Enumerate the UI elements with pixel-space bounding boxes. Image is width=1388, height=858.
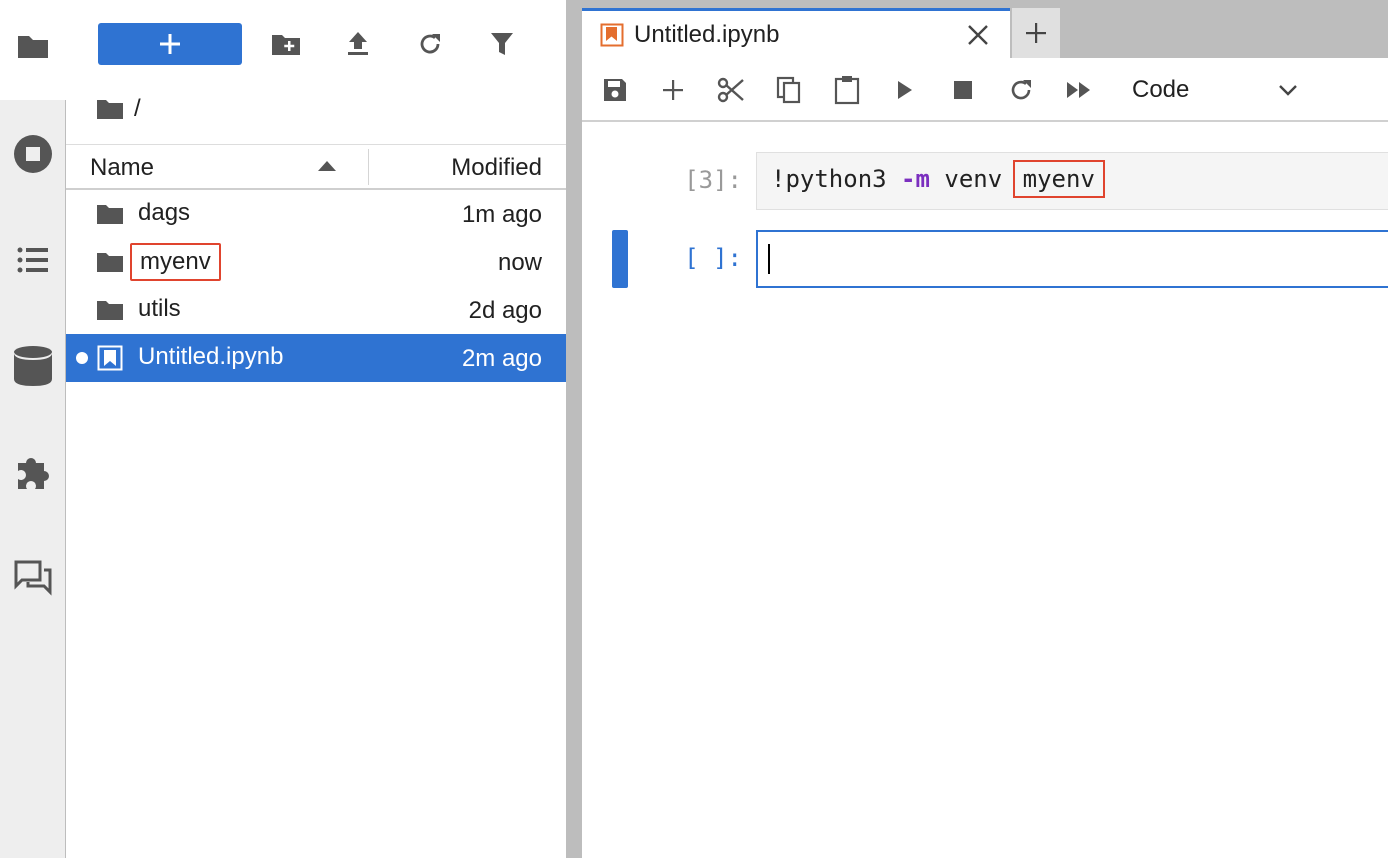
input-prompt: [ ]: [684,244,742,272]
file-browser-panel: / Name Modified dags 1m ago myenv now ut… [66,0,566,858]
running-indicator-dot [76,352,88,364]
panel-splitter[interactable] [566,0,582,858]
new-launcher-button[interactable] [98,23,242,65]
notebook-area: Untitled.ipynb Code [3]: !python3 -m ven… [582,0,1388,858]
running-sessions-icon[interactable] [0,124,66,184]
close-icon[interactable] [964,21,992,49]
chat-icon[interactable] [0,548,66,608]
clipboard-icon [834,76,860,105]
highlighted-code-token: myenv [1012,160,1105,198]
new-folder-button[interactable] [268,26,304,62]
file-name: Untitled.ipynb [138,343,284,370]
filter-button[interactable] [484,26,520,62]
folder-icon[interactable] [96,98,124,120]
file-row-utils[interactable]: utils 2d ago [66,286,566,334]
refresh-icon [1011,80,1031,100]
upload-button[interactable] [340,26,376,62]
scissors-icon [717,77,744,103]
cell-input-editor[interactable]: !python3 -m venv myenv [756,152,1388,210]
stop-icon [954,81,972,99]
file-modified: now [497,249,542,276]
save-button[interactable] [597,72,633,108]
plus-icon [160,34,180,54]
database-icon[interactable] [0,336,66,396]
copy-icon [776,76,801,104]
notebook-icon [96,344,124,372]
interrupt-button[interactable] [945,72,981,108]
code-flag: -m [901,165,930,193]
file-modified: 2d ago [468,297,542,324]
folder-icon [96,248,124,276]
tab-bar: Untitled.ipynb [582,0,1388,58]
new-tab-button[interactable] [1012,8,1060,58]
code-cell-executed[interactable]: [3]: !python3 -m venv myenv [582,152,1388,210]
filter-icon [491,33,513,55]
file-name: dags [138,199,191,226]
chevron-down-icon[interactable] [1276,72,1300,108]
play-icon [898,81,912,99]
plus-icon [1026,23,1046,43]
refresh-icon [420,34,440,54]
notebook-icon [600,23,624,47]
tab-untitled-ipynb[interactable]: Untitled.ipynb [582,8,1010,58]
refresh-button[interactable] [412,26,448,62]
activity-bar [0,0,66,858]
sort-ascending-icon [318,161,336,171]
save-icon [604,79,626,101]
file-list: dags 1m ago myenv now utils 2d ago Untit… [66,190,566,382]
upload-icon [348,32,368,55]
file-browser-toolbar [66,0,566,88]
cell-type-dropdown[interactable]: Code [1132,72,1189,108]
file-row-dags[interactable]: dags 1m ago [66,190,566,238]
file-modified: 1m ago [461,201,542,228]
folder-icon [96,200,124,228]
column-resize-handle[interactable] [368,149,369,185]
tab-label: Untitled.ipynb [634,21,780,48]
breadcrumb: / [96,92,141,126]
insert-cell-button[interactable] [655,72,691,108]
copy-button[interactable] [771,72,807,108]
plus-icon [663,80,683,100]
code-text: !python3 [771,165,902,193]
file-list-header: Name Modified [66,144,566,190]
modified-column-header[interactable]: Modified [451,154,542,182]
cut-button[interactable] [713,72,749,108]
run-button[interactable] [887,72,923,108]
file-name-highlighted: myenv [130,243,221,281]
file-name: utils [138,295,181,322]
code-cell-active[interactable]: [ ]: [582,230,1388,288]
restart-kernel-button[interactable] [1003,72,1039,108]
breadcrumb-root[interactable]: / [134,95,141,123]
extensions-puzzle-icon[interactable] [0,442,66,502]
new-folder-icon [272,35,300,55]
file-browser-tab-icon[interactable] [0,16,66,76]
input-prompt: [3]: [684,166,742,194]
file-row-myenv[interactable]: myenv now [66,238,566,286]
cell-input-editor[interactable] [756,230,1388,288]
restart-run-all-button[interactable] [1061,72,1097,108]
name-column-header[interactable]: Name [90,154,154,182]
fast-forward-icon [1067,82,1090,98]
folder-icon [96,296,124,324]
file-row-untitled-ipynb[interactable]: Untitled.ipynb 2m ago [66,334,566,382]
text-cursor [768,244,770,274]
code-text: venv [929,165,1017,193]
notebook-toolbar: Code [582,58,1388,122]
file-modified: 2m ago [461,345,542,372]
paste-button[interactable] [829,72,865,108]
table-of-contents-icon[interactable] [0,230,66,290]
